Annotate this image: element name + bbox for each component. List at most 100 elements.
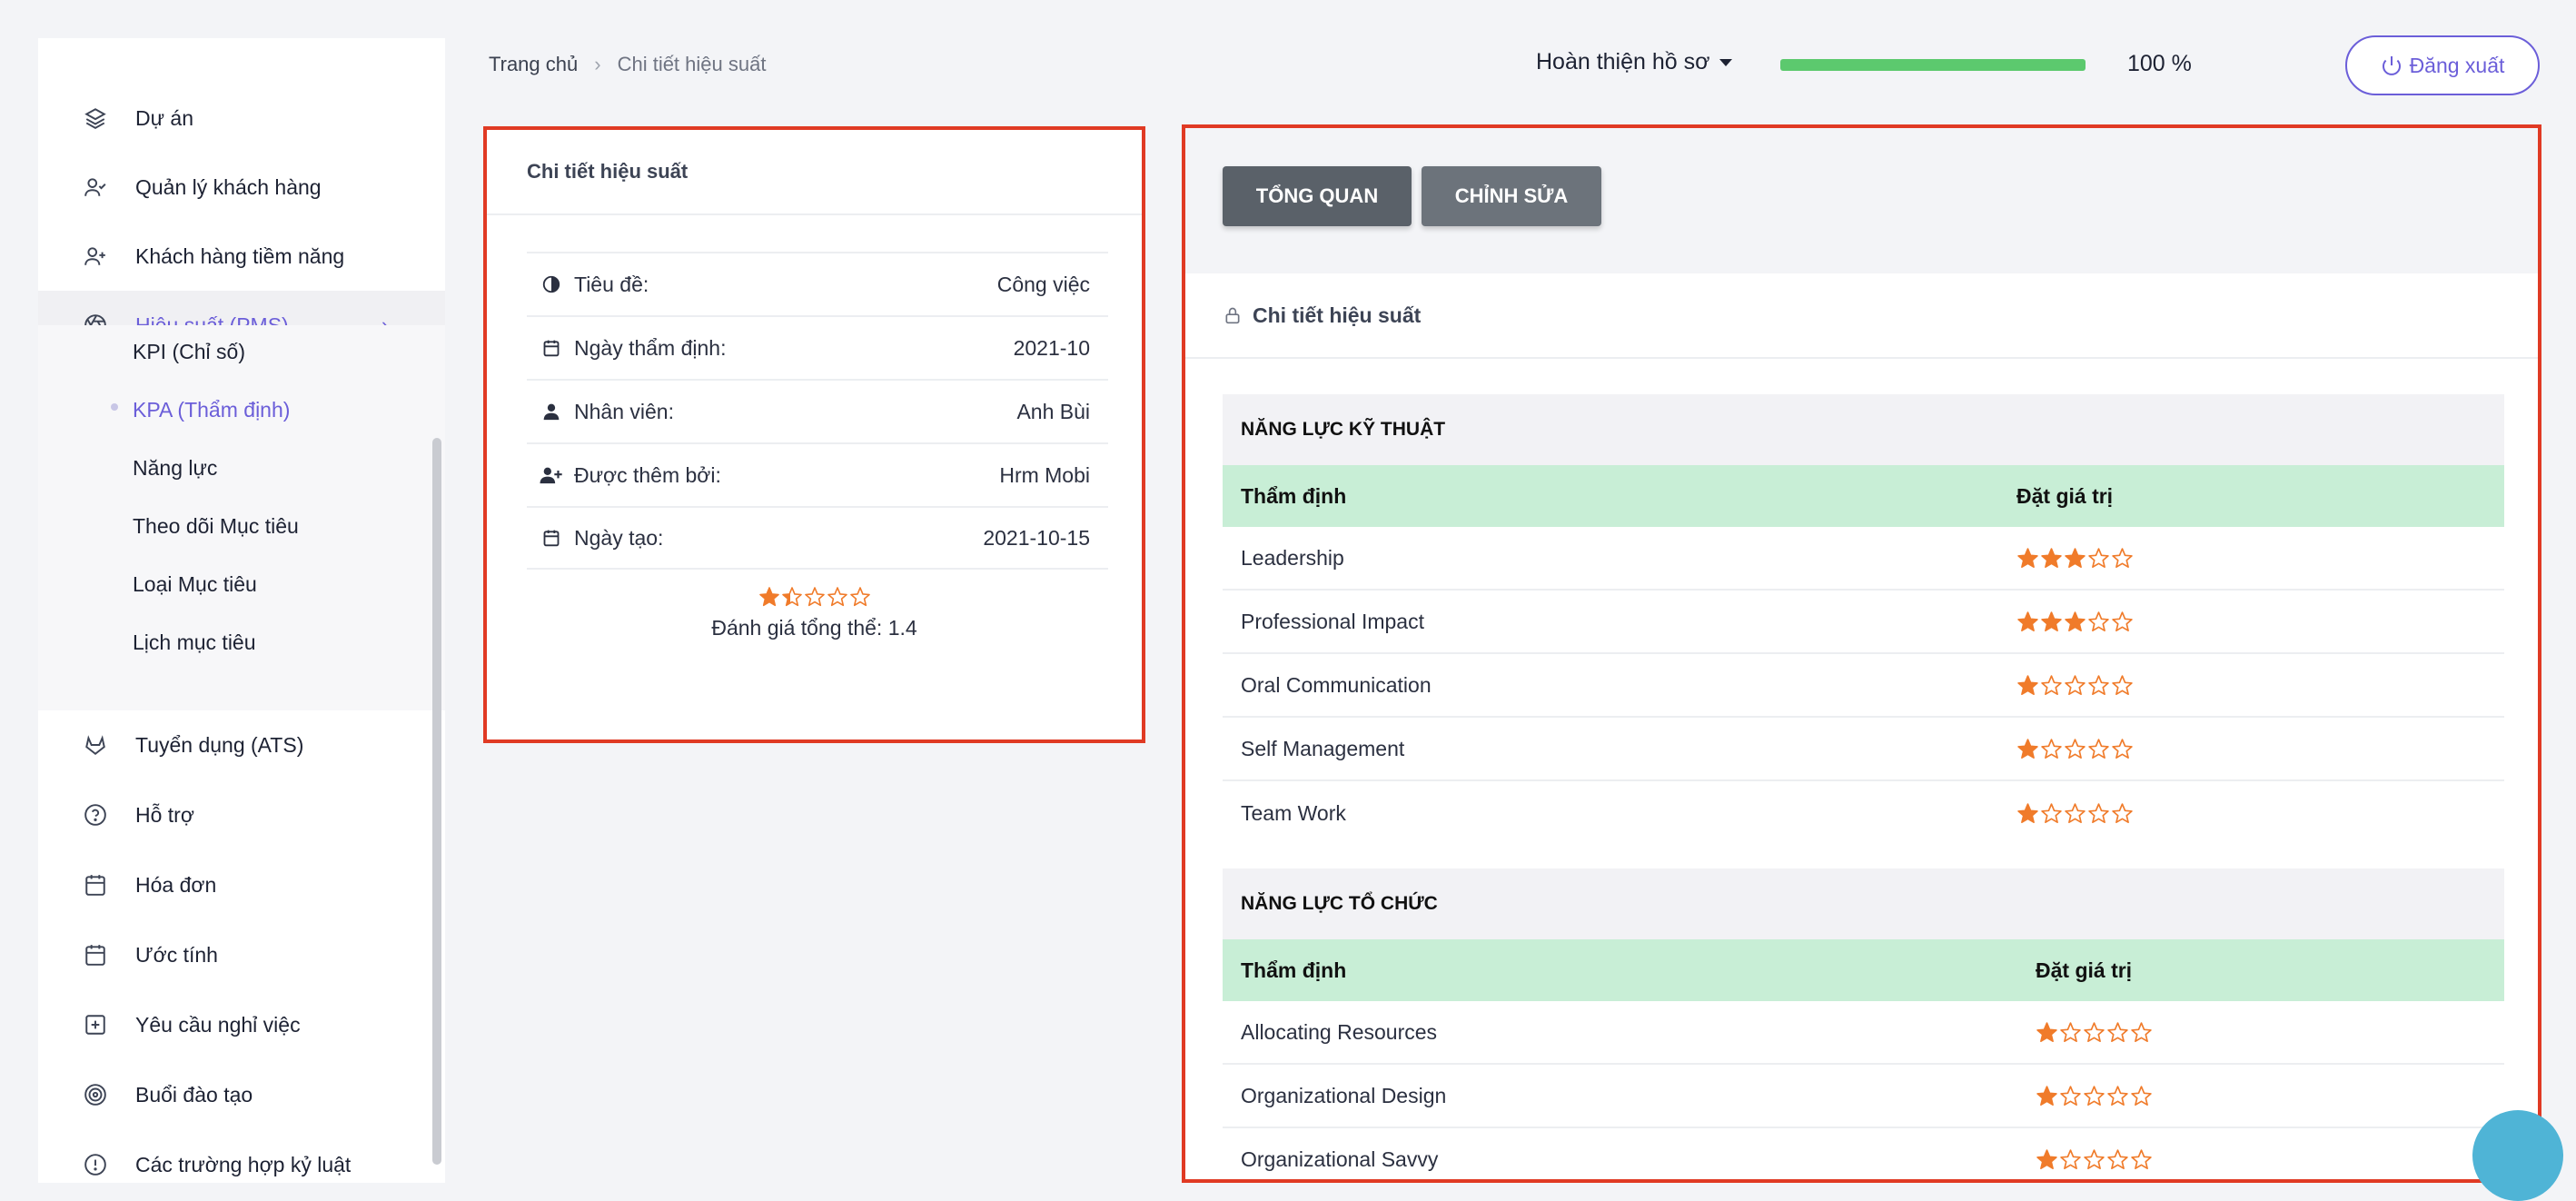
star-icon — [2041, 610, 2062, 631]
star-icon — [2017, 674, 2038, 695]
detail-section-header: Chi tiết hiệu suất — [1185, 273, 2538, 359]
star-icon — [2017, 610, 2038, 631]
summary-label: Nhân viên: — [574, 399, 674, 423]
sidebar-item-recruitment[interactable]: Tuyển dụng (ATS) — [38, 710, 445, 779]
sidebar-item-label: Quản lý khách hàng — [135, 174, 322, 199]
star-icon — [2036, 1021, 2057, 1042]
sidebar-item-discipline[interactable]: Các trường hợp kỷ luật — [38, 1130, 445, 1183]
caret-down-icon — [1719, 58, 1732, 66]
profile-completion-dropdown[interactable]: Hoàn thiện hồ sơ — [1536, 49, 1732, 75]
profile-dropdown-label: Hoàn thiện hồ sơ — [1536, 49, 1710, 74]
overall-rating-stars — [758, 586, 871, 608]
star-icon — [2065, 738, 2086, 759]
sidebar-item-label: Yêu cầu nghỉ việc — [135, 1012, 301, 1037]
summary-value: Công việc — [996, 272, 1090, 296]
chat-widget-button[interactable] — [2472, 1110, 2563, 1201]
logout-button[interactable]: Đăng xuất — [2345, 35, 2540, 95]
summary-label: Được thêm bởi: — [574, 462, 721, 487]
table-row: Allocating Resources — [1223, 1001, 2504, 1065]
summary-value: Anh Bùi — [1016, 399, 1090, 423]
summary-row-title: Tiêu đề: Công việc — [527, 252, 1108, 315]
star-icon — [2088, 547, 2109, 568]
sidebar-item-training[interactable]: Buổi đào tạo — [38, 1060, 445, 1129]
summary-value: 2021-10 — [1013, 335, 1090, 360]
table-header: Thẩm định Đặt giá trị — [1223, 939, 2504, 1001]
sidebar-item-leads[interactable]: Khách hàng tiềm năng — [38, 222, 445, 291]
rating-stars[interactable] — [2036, 1085, 2153, 1107]
sidebar-item-customers[interactable]: Quản lý khách hàng — [38, 153, 445, 222]
sidebar-item-label: Khách hàng tiềm năng — [135, 243, 345, 268]
rating-stars[interactable] — [2016, 547, 2134, 570]
sidebar-item-label: Tuyển dụng (ATS) — [135, 732, 304, 757]
summary-title: Chi tiết hiệu suất — [487, 130, 1142, 215]
sidebar-item-resignation[interactable]: Yêu cầu nghỉ việc — [38, 990, 445, 1059]
profile-progress-bar — [1780, 59, 2086, 71]
rating-stars[interactable] — [2016, 738, 2134, 760]
performance-detail-card: TỔNG QUAN CHỈNH SỬA Chi tiết hiệu suất N… — [1182, 124, 2541, 1183]
organizational-table-title: NĂNG LỰC TỔ CHỨC — [1223, 868, 2504, 939]
sidebar-subitem-competency[interactable]: Năng lực — [133, 450, 217, 486]
summary-label: Ngày thẩm định: — [574, 335, 727, 360]
power-icon — [2381, 55, 2403, 76]
rating-stars[interactable] — [2016, 802, 2134, 825]
column-value: Đặt giá trị — [2016, 483, 2114, 508]
table-row: Organizational Savvy — [1223, 1128, 2504, 1179]
star-icon — [2065, 610, 2086, 631]
breadcrumb-home[interactable]: Trang chủ — [489, 53, 578, 76]
star-icon — [2107, 1021, 2128, 1042]
sidebar-subitem-kpa[interactable]: KPA (Thẩm định) — [133, 392, 290, 428]
sidebar-subitem-goal-calendar[interactable]: Lịch mục tiêu — [133, 624, 256, 660]
rating-stars[interactable] — [2016, 674, 2134, 697]
breadcrumb-current: Chi tiết hiệu suất — [617, 53, 767, 75]
star-icon — [2084, 1148, 2105, 1169]
star-icon — [2088, 738, 2109, 759]
summary-row-created: Ngày tạo: 2021-10-15 — [527, 506, 1108, 570]
tab-bar: TỔNG QUAN CHỈNH SỬA — [1185, 128, 2538, 273]
sidebar-item-label: Ước tính — [135, 942, 218, 967]
sidebar-item-invoices[interactable]: Hóa đơn — [38, 850, 445, 919]
rating-stars[interactable] — [2036, 1021, 2153, 1044]
sidebar-item-label: Các trường hợp kỷ luật — [135, 1152, 352, 1176]
star-icon — [2088, 674, 2109, 695]
summary-value: Hrm Mobi — [999, 462, 1090, 487]
sidebar-item-label: Buổi đào tạo — [135, 1082, 253, 1107]
sidebar-scrollbar[interactable] — [432, 438, 441, 1165]
performance-summary-card: Chi tiết hiệu suất Tiêu đề: Công việc Ng… — [483, 126, 1145, 743]
tab-overview[interactable]: TỔNG QUAN — [1223, 166, 1412, 226]
star-icon — [2131, 1085, 2152, 1106]
contrast-icon — [540, 273, 563, 296]
summary-row-employee: Nhân viên: Anh Bùi — [527, 379, 1108, 442]
competency-name: Organizational Design — [1241, 1083, 1447, 1107]
star-icon — [2065, 802, 2086, 823]
star-icon — [2112, 738, 2133, 759]
competency-name: Team Work — [1241, 800, 1346, 825]
lock-icon — [1224, 306, 1242, 324]
star-icon — [2036, 1085, 2057, 1106]
sidebar-item-projects[interactable]: Dự án — [38, 84, 445, 153]
table-row: Team Work — [1223, 781, 2504, 845]
star-icon — [2112, 610, 2133, 631]
tab-edit[interactable]: CHỈNH SỬA — [1422, 166, 1601, 226]
star-icon — [2088, 802, 2109, 823]
table-row: Professional Impact — [1223, 591, 2504, 654]
progress-percent: 100 % — [2127, 51, 2192, 76]
calendar-icon — [82, 871, 109, 898]
table-row: Organizational Design — [1223, 1065, 2504, 1128]
star-icon — [2131, 1148, 2152, 1169]
sidebar-item-estimates[interactable]: Ước tính — [38, 920, 445, 989]
breadcrumb: Trang chủ › Chi tiết hiệu suất — [489, 53, 766, 76]
user-icon — [540, 400, 563, 423]
sidebar-item-label: Hóa đơn — [135, 872, 217, 897]
sidebar-subitem-kpi[interactable]: KPI (Chỉ số) — [133, 333, 245, 370]
user-plus-icon — [82, 243, 109, 270]
rating-stars[interactable] — [2016, 610, 2134, 633]
sidebar-item-label: Dự án — [135, 105, 193, 130]
target-icon — [82, 1081, 109, 1108]
sidebar-subitem-goal-tracking[interactable]: Theo dõi Mục tiêu — [133, 508, 299, 544]
sidebar-subitem-goal-type[interactable]: Loại Mục tiêu — [133, 566, 257, 602]
logout-label: Đăng xuất — [2409, 53, 2505, 77]
star-icon — [2060, 1085, 2081, 1106]
rating-stars[interactable] — [2036, 1148, 2153, 1171]
star-icon — [2065, 547, 2086, 568]
sidebar-item-support[interactable]: Hỗ trợ — [38, 780, 445, 849]
